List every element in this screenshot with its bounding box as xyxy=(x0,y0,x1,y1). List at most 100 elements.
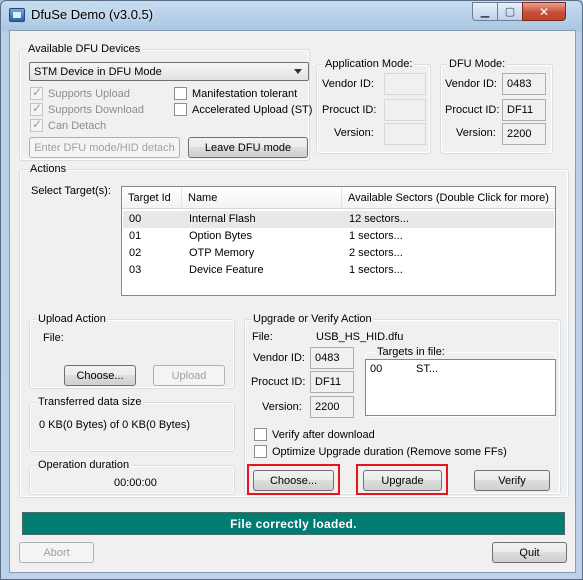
checkbox-icon xyxy=(174,103,187,116)
maximize-button[interactable]: ▢ xyxy=(497,2,523,21)
window-title: DfuSe Demo (v3.0.5) xyxy=(31,7,154,22)
app-version-field xyxy=(384,123,426,145)
target-sectors: 1 sectors... xyxy=(349,264,403,276)
file-target-id: 00 xyxy=(370,363,383,375)
manifestation-tolerant-label: Manifestation tolerant xyxy=(192,87,298,100)
dfu-product-id-value: DF11 xyxy=(507,104,534,116)
can-detach-label: Can Detach xyxy=(48,119,107,132)
checkbox-icon xyxy=(254,445,267,458)
verify-after-download-label: Verify after download xyxy=(272,428,375,441)
supports-download-checkbox[interactable]: Supports Download xyxy=(30,101,145,116)
target-sectors: 12 sectors... xyxy=(349,213,409,225)
targets-in-file-label: Targets in file: xyxy=(375,346,447,358)
accelerated-upload-checkbox[interactable]: Accelerated Upload (ST) xyxy=(174,103,312,116)
checkbox-icon xyxy=(254,428,267,441)
supports-upload-checkbox[interactable]: Supports Upload xyxy=(30,85,130,100)
column-target-id[interactable]: Target Id xyxy=(122,187,182,209)
device-select[interactable]: STM Device in DFU Mode xyxy=(29,62,309,81)
app-vendor-id-field xyxy=(384,73,426,95)
upgrade-file-label: File: xyxy=(252,331,273,343)
transferred-label: Transferred data size xyxy=(36,396,144,408)
dfu-vendor-id-label: Vendor ID: xyxy=(445,78,497,90)
app-product-id-label: Procuct ID: xyxy=(322,104,377,116)
title-bar[interactable]: DfuSe Demo (v3.0.5) ▁ ▢ ✕ xyxy=(1,1,582,29)
select-targets-label: Select Target(s): xyxy=(31,185,111,197)
operation-duration-value: 00:00:00 xyxy=(114,477,157,489)
verify-button[interactable]: Verify xyxy=(474,470,550,491)
target-id: 02 xyxy=(129,247,142,259)
close-button[interactable]: ✕ xyxy=(522,2,566,21)
upgrade-verify-label: Upgrade or Verify Action xyxy=(251,313,374,325)
dfu-version-value: 2200 xyxy=(507,128,532,140)
upgrade-vendor-id-label: Vendor ID: xyxy=(253,352,305,364)
column-name[interactable]: Name xyxy=(182,187,342,209)
upload-choose-button[interactable]: Choose... xyxy=(64,365,136,386)
optimize-upgrade-checkbox[interactable]: Optimize Upgrade duration (Remove some F… xyxy=(254,445,507,458)
upload-file-label: File: xyxy=(43,332,64,344)
client-area: Available DFU Devices STM Device in DFU … xyxy=(9,30,576,573)
target-name: Internal Flash xyxy=(189,213,256,225)
upload-action-label: Upload Action xyxy=(36,313,108,325)
target-row[interactable]: 00 Internal Flash 12 sectors... xyxy=(123,211,554,228)
check-icon xyxy=(30,117,43,132)
target-name: Option Bytes xyxy=(189,230,252,242)
target-row[interactable]: 03 Device Feature 1 sectors... xyxy=(123,262,554,279)
status-bar: File correctly loaded. xyxy=(22,512,565,535)
dfu-product-id-label: Procuct ID: xyxy=(445,104,500,116)
dfu-vendor-id-field: 0483 xyxy=(502,73,546,95)
upload-button[interactable]: Upload xyxy=(153,365,225,386)
operation-duration-label: Operation duration xyxy=(36,459,132,471)
target-row[interactable]: 02 OTP Memory 2 sectors... xyxy=(123,245,554,262)
can-detach-checkbox[interactable]: Can Detach xyxy=(30,117,107,132)
upgrade-product-id-field: DF11 xyxy=(310,371,354,393)
column-available-sectors[interactable]: Available Sectors (Double Click for more… xyxy=(342,187,555,209)
upgrade-version-field: 2200 xyxy=(310,396,354,418)
verify-after-download-checkbox[interactable]: Verify after download xyxy=(254,428,375,441)
supports-download-label: Supports Download xyxy=(48,103,145,116)
actions-label: Actions xyxy=(28,163,69,175)
checkbox-icon xyxy=(174,87,187,100)
target-id: 00 xyxy=(129,213,142,225)
target-id: 01 xyxy=(129,230,142,242)
targets-list[interactable]: Target Id Name Available Sectors (Double… xyxy=(121,186,556,296)
quit-button[interactable]: Quit xyxy=(492,542,567,563)
status-message: File correctly loaded. xyxy=(230,516,357,531)
upgrade-file-name: USB_HS_HID.dfu xyxy=(316,331,404,343)
app-window: DfuSe Demo (v3.0.5) ▁ ▢ ✕ Available DFU … xyxy=(0,0,583,580)
targets-in-file-list[interactable]: 00 ST... xyxy=(365,359,556,416)
target-row[interactable]: 01 Option Bytes 1 sectors... xyxy=(123,228,554,245)
upgrade-product-id-value: DF11 xyxy=(315,376,342,388)
dfu-version-label: Version: xyxy=(456,127,496,139)
app-vendor-id-label: Vendor ID: xyxy=(322,78,374,90)
file-target-name: ST... xyxy=(416,363,439,375)
target-sectors: 2 sectors... xyxy=(349,247,403,259)
manifestation-tolerant-checkbox[interactable]: Manifestation tolerant xyxy=(174,87,297,100)
chevron-down-icon xyxy=(294,69,302,74)
upgrade-choose-button[interactable]: Choose... xyxy=(253,470,334,491)
upgrade-product-id-label: Procuct ID: xyxy=(251,376,306,388)
maximize-icon: ▢ xyxy=(504,6,516,18)
file-target-row[interactable]: 00 ST... xyxy=(367,361,554,378)
leave-dfu-button[interactable]: Leave DFU mode xyxy=(188,137,308,158)
check-icon xyxy=(30,101,43,116)
minimize-button[interactable]: ▁ xyxy=(472,2,498,21)
upgrade-vendor-id-field: 0483 xyxy=(310,347,354,369)
accelerated-upload-label: Accelerated Upload (ST) xyxy=(192,103,313,116)
dfu-mode-label: DFU Mode: xyxy=(447,58,508,70)
upgrade-version-label: Version: xyxy=(262,401,302,413)
upgrade-button[interactable]: Upgrade xyxy=(363,470,442,491)
target-name: OTP Memory xyxy=(189,247,255,259)
dfu-product-id-field: DF11 xyxy=(502,99,546,121)
minimize-icon: ▁ xyxy=(480,6,490,18)
dfu-devices-label: Available DFU Devices xyxy=(26,43,143,55)
device-select-value: STM Device in DFU Mode xyxy=(34,65,162,78)
target-name: Device Feature xyxy=(189,264,264,276)
app-version-label: Version: xyxy=(334,127,374,139)
dfu-version-field: 2200 xyxy=(502,123,546,145)
upgrade-version-value: 2200 xyxy=(315,401,340,413)
target-sectors: 1 sectors... xyxy=(349,230,403,242)
abort-button[interactable]: Abort xyxy=(19,542,94,563)
enter-dfu-button[interactable]: Enter DFU mode/HID detach xyxy=(29,137,180,158)
transferred-value: 0 KB(0 Bytes) of 0 KB(0 Bytes) xyxy=(39,419,191,431)
dfu-vendor-id-value: 0483 xyxy=(507,78,532,90)
